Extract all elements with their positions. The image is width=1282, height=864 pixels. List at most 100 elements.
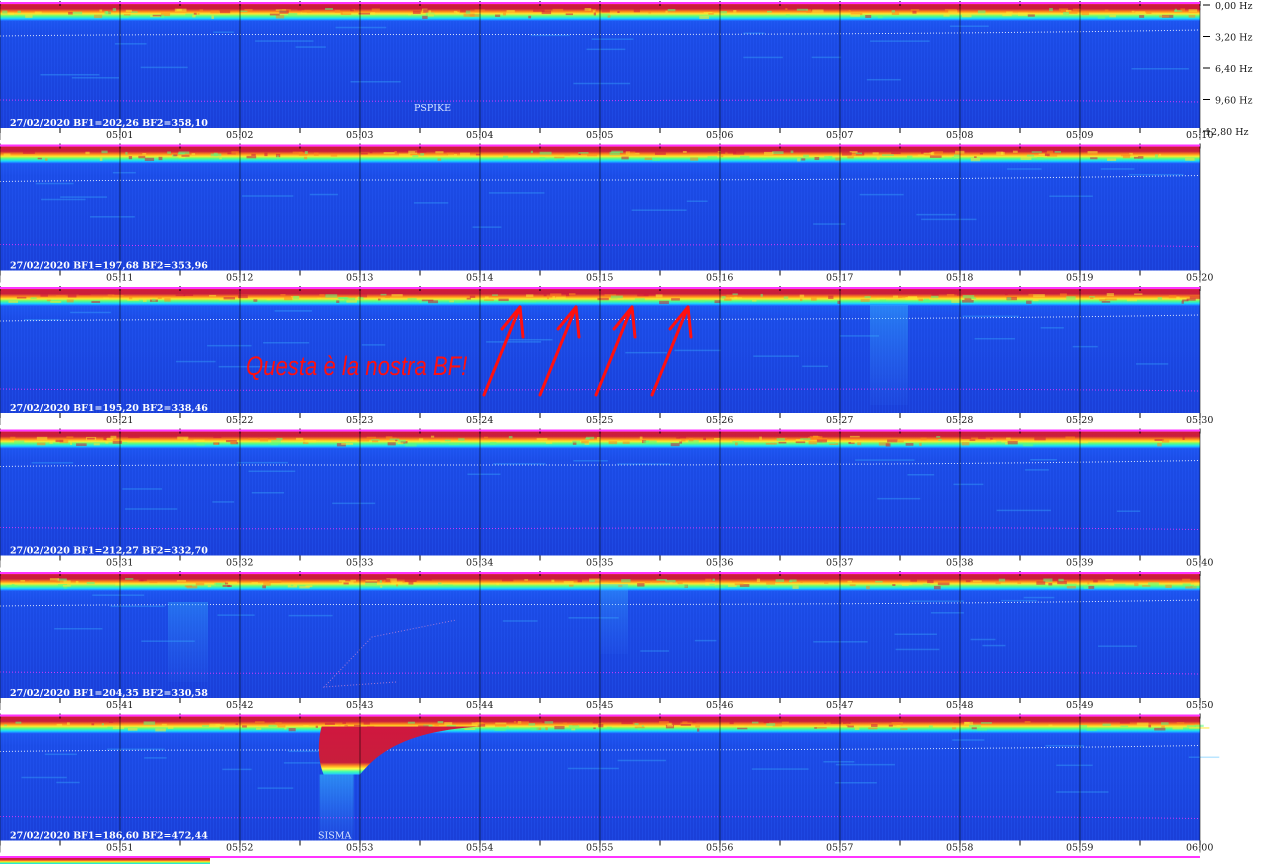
band-speckle bbox=[528, 15, 532, 19]
band-speckle bbox=[173, 154, 178, 157]
band-speckle bbox=[371, 8, 380, 12]
noise-streak bbox=[335, 26, 387, 29]
band-speckle bbox=[956, 294, 962, 296]
band-speckle bbox=[155, 728, 166, 732]
band-speckle bbox=[974, 156, 977, 159]
noise-streak bbox=[1072, 345, 1098, 348]
noise-streak bbox=[242, 195, 294, 197]
emission-patch bbox=[168, 602, 208, 682]
band-speckle bbox=[655, 294, 663, 298]
band-speckle bbox=[415, 151, 427, 153]
time-tick-label: 05:08 bbox=[946, 130, 973, 141]
band-speckle bbox=[907, 155, 913, 158]
time-tick-label: 05:42 bbox=[226, 700, 253, 711]
band-speckle bbox=[541, 10, 552, 15]
noise-streak bbox=[686, 200, 708, 202]
band-speckle bbox=[814, 156, 820, 161]
band-speckle bbox=[91, 300, 101, 304]
band-speckle bbox=[763, 151, 774, 155]
band-speckle bbox=[209, 294, 217, 297]
band-speckle bbox=[951, 299, 960, 303]
band-speckle bbox=[292, 151, 303, 154]
noise-streak bbox=[486, 341, 542, 343]
noise-streak bbox=[1056, 791, 1109, 793]
band-speckle bbox=[191, 153, 196, 156]
band-speckle bbox=[149, 581, 158, 584]
band-speckle bbox=[383, 152, 395, 155]
band-speckle bbox=[679, 436, 687, 439]
band-speckle bbox=[1180, 8, 1186, 12]
band-speckle bbox=[230, 441, 237, 444]
band-speckle bbox=[1185, 157, 1195, 161]
band-speckle bbox=[1028, 293, 1034, 298]
band-speckle bbox=[1087, 151, 1098, 154]
time-tick-label: 05:27 bbox=[826, 415, 853, 426]
band-speckle bbox=[765, 442, 777, 445]
band-speckle bbox=[530, 150, 533, 154]
band-speckle bbox=[671, 298, 680, 301]
band-speckle bbox=[816, 439, 828, 443]
band-speckle bbox=[865, 14, 872, 18]
band-speckle bbox=[101, 150, 108, 154]
band-speckle bbox=[144, 157, 155, 162]
band-speckle bbox=[1004, 293, 1008, 296]
band-speckle bbox=[900, 728, 908, 731]
band-speckle bbox=[105, 11, 111, 15]
noise-streak bbox=[1025, 469, 1049, 471]
band-speckle bbox=[157, 296, 162, 299]
band-speckle bbox=[3, 153, 11, 157]
band-speckle bbox=[1087, 581, 1090, 585]
band-speckle bbox=[128, 435, 140, 439]
band-speckle bbox=[366, 436, 377, 439]
spectrogram-row: 27/02/2020 BF1=186,60 BF2=472,4405:51 05:… bbox=[0, 713, 1220, 854]
band-speckle bbox=[550, 293, 562, 297]
band-speckle bbox=[695, 725, 701, 728]
band-speckle bbox=[952, 727, 957, 730]
band-speckle bbox=[565, 293, 570, 297]
band-speckle bbox=[1000, 151, 1005, 155]
band-speckle bbox=[290, 584, 294, 587]
band-speckle bbox=[407, 298, 417, 301]
band-speckle bbox=[404, 443, 417, 447]
noise-streak bbox=[506, 338, 553, 341]
band-speckle bbox=[767, 10, 772, 13]
band-speckle bbox=[301, 10, 312, 13]
band-speckle bbox=[841, 152, 852, 156]
band-speckle bbox=[545, 441, 553, 444]
band-speckle bbox=[342, 722, 346, 724]
band-speckle bbox=[1088, 585, 1095, 589]
band-speckle bbox=[506, 10, 515, 13]
band-speckle bbox=[266, 298, 272, 301]
noise-streak bbox=[982, 644, 1006, 647]
band-speckle bbox=[158, 156, 163, 161]
band-speckle bbox=[370, 12, 376, 15]
band-speckle bbox=[235, 723, 238, 725]
band-speckle bbox=[849, 435, 860, 438]
band-speckle bbox=[391, 294, 403, 297]
band-speckle bbox=[105, 441, 109, 444]
band-speckle bbox=[30, 297, 37, 300]
band-speckle bbox=[1036, 157, 1044, 160]
band-speckle bbox=[847, 156, 854, 159]
band-speckle bbox=[617, 298, 624, 300]
band-speckle bbox=[816, 726, 827, 729]
row-stats-label: 27/02/2020 BF1=197,68 BF2=353,96 bbox=[10, 261, 208, 272]
band-speckle bbox=[174, 8, 187, 12]
band-speckle bbox=[923, 298, 930, 302]
band-speckle bbox=[442, 584, 453, 587]
band-speckle bbox=[1157, 297, 1163, 300]
band-speckle bbox=[66, 722, 70, 726]
band-speckle bbox=[850, 13, 861, 17]
band-speckle bbox=[1161, 722, 1169, 725]
band-speckle bbox=[733, 10, 737, 13]
band-speckle bbox=[978, 436, 986, 439]
time-tick-label: 05:41 bbox=[106, 700, 133, 711]
noise-streak bbox=[71, 77, 120, 79]
band-speckle bbox=[15, 721, 22, 724]
band-speckle bbox=[633, 8, 640, 13]
band-speckle bbox=[340, 11, 343, 15]
band-speckle bbox=[336, 300, 340, 303]
band-speckle bbox=[671, 721, 681, 725]
time-tick-label: 05:04 bbox=[466, 130, 493, 141]
band-speckle bbox=[705, 578, 712, 582]
